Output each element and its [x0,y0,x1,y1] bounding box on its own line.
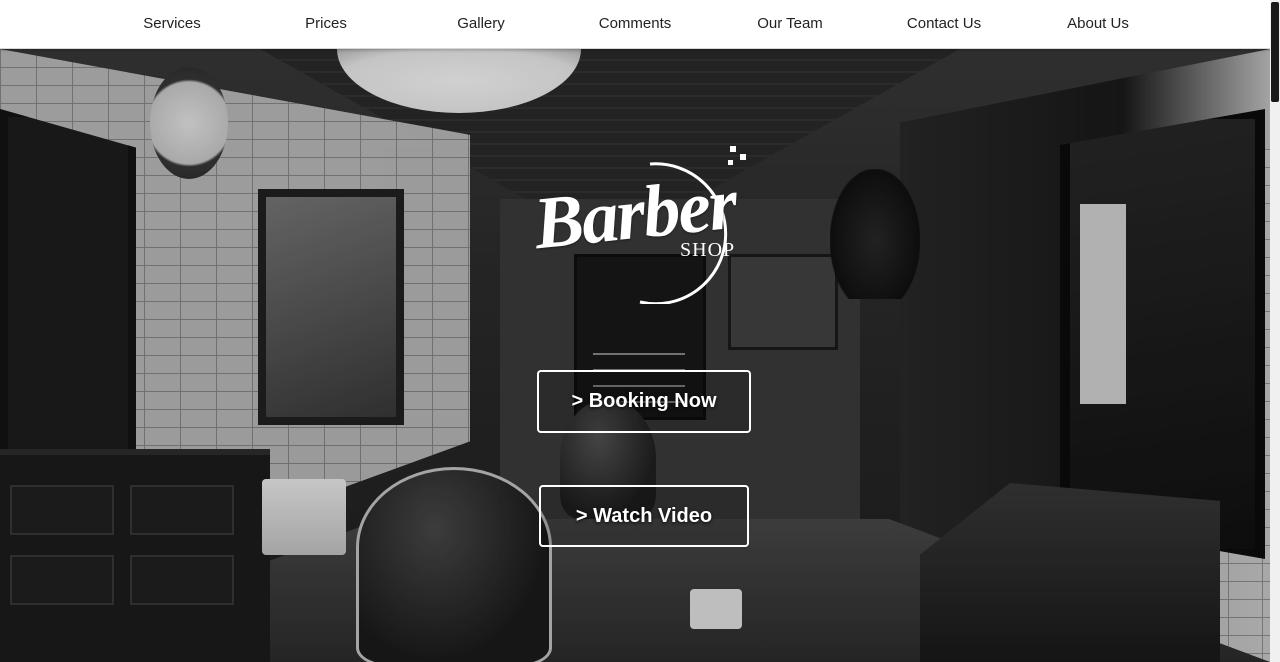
nav-item-our-team[interactable]: Our Team [715,0,865,48]
scrollbar-thumb[interactable] [1271,2,1279,102]
logo-shop-text: SHOP [680,239,736,261]
booking-now-button[interactable]: > Booking Now [537,370,751,433]
nav-item-gallery[interactable]: Gallery [406,0,556,48]
hero-section: Barber SHOP > Booking Now > Watch Video [0,49,1270,662]
top-navigation: Services Prices Gallery Comments Our Tea… [0,0,1270,49]
nav-item-about-us[interactable]: About Us [1023,0,1173,48]
watch-video-button[interactable]: > Watch Video [539,485,749,547]
nav-item-comments[interactable]: Comments [560,0,710,48]
nav-item-services[interactable]: Services [97,0,247,48]
barber-shop-logo: Barber SHOP [530,134,790,304]
nav-item-contact-us[interactable]: Contact Us [869,0,1019,48]
page-scrollbar[interactable] [1270,0,1280,662]
nav-item-prices[interactable]: Prices [251,0,401,48]
